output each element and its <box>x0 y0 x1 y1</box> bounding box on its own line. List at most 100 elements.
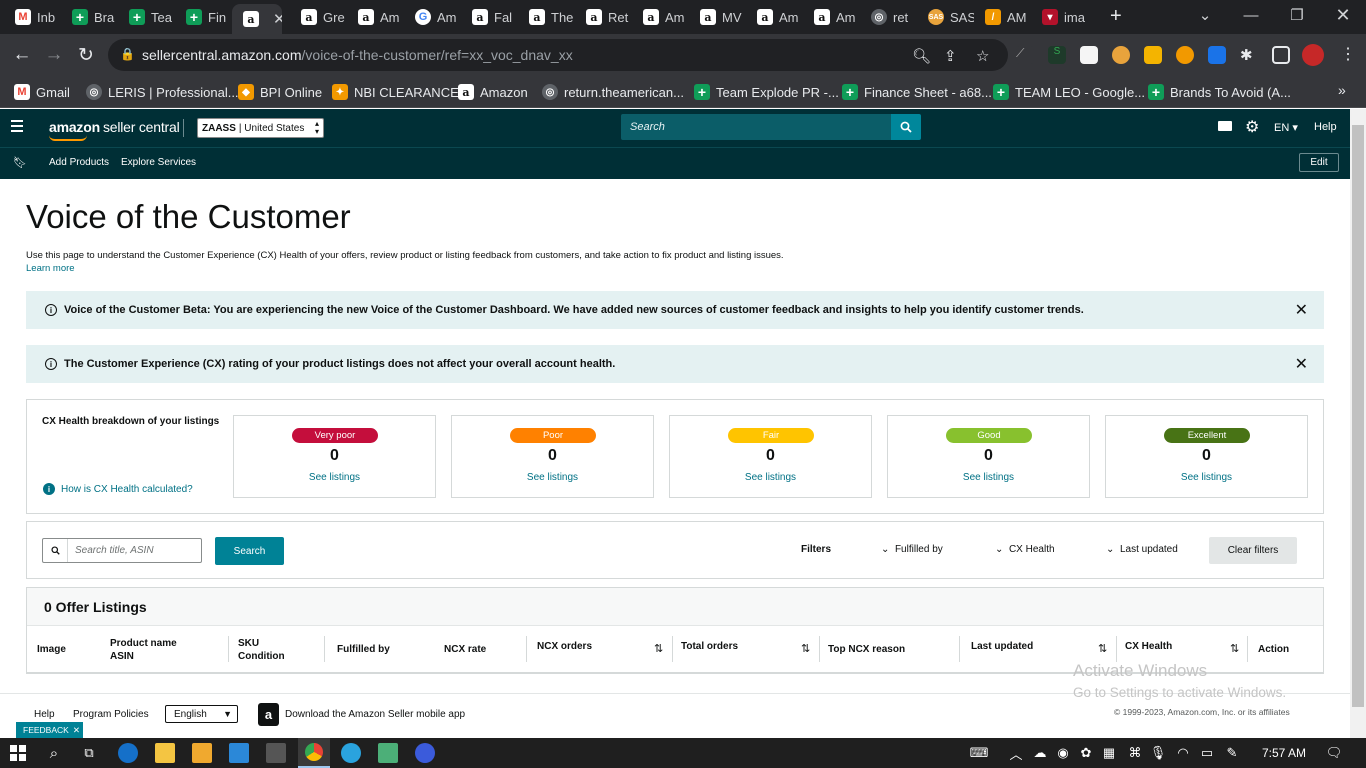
sort-icon[interactable]: ⇅ <box>654 642 663 655</box>
share-icon[interactable]: ⇪ <box>944 47 957 65</box>
col-cx-health[interactable]: CX Health <box>1125 640 1172 653</box>
taskbar-search-icon[interactable]: ⌕ <box>44 743 64 763</box>
new-tab-button[interactable]: + <box>1110 5 1122 28</box>
zoom-app-icon[interactable] <box>415 743 435 763</box>
settings-gear-icon[interactable]: ⚙ <box>1245 117 1259 137</box>
battery-icon[interactable]: ▭ <box>1197 743 1217 763</box>
back-icon[interactable]: ← <box>10 43 34 67</box>
notepad-icon[interactable] <box>378 743 398 763</box>
hamburger-menu-icon[interactable] <box>11 120 23 132</box>
nav-add-products[interactable]: Add Products <box>49 157 109 168</box>
mail-app-icon[interactable] <box>229 743 249 763</box>
address-bar[interactable]: 🔒 sellercentral.amazon.com/voice-of-the-… <box>108 39 1008 71</box>
close-icon[interactable]: ✕ <box>1295 354 1308 374</box>
footer-help-link[interactable]: Help <box>34 709 55 720</box>
feedback-button[interactable]: FEEDBACK ✕ <box>16 722 83 738</box>
browser-tab[interactable]: a Ret <box>575 4 632 30</box>
browser-tab[interactable]: M Inb <box>4 4 61 30</box>
bookmark-item[interactable]: M Gmail <box>14 82 70 102</box>
extension-calendar-icon[interactable] <box>1080 46 1098 64</box>
see-listings-link[interactable]: See listings <box>888 472 1089 483</box>
close-tab-icon[interactable]: ✕ <box>273 10 282 28</box>
browser-tab[interactable]: a MV <box>689 4 746 30</box>
extension-circle-icon[interactable] <box>1176 46 1194 64</box>
store-selector[interactable]: ZAASS | United States ▴ ▾ <box>197 118 324 138</box>
browser-tab[interactable]: a Am <box>803 4 860 30</box>
tab-search-icon[interactable]: ⌄ <box>1182 0 1228 30</box>
bookmark-item[interactable]: + TEAM LEO - Google... <box>993 82 1145 102</box>
onedrive-icon[interactable]: ☁ <box>1030 743 1050 763</box>
extension-fba-icon[interactable] <box>1208 46 1226 64</box>
bookmark-item[interactable]: a Amazon <box>458 82 528 102</box>
app-download-link[interactable]: Download the Amazon Seller mobile app <box>285 709 465 720</box>
header-search-input[interactable]: Search <box>621 114 891 140</box>
bookmark-item[interactable]: ◆ BPI Online <box>238 82 322 102</box>
bookmark-item[interactable]: + Brands To Avoid (A... <box>1148 82 1291 102</box>
browser-tab[interactable]: + Tea <box>118 4 175 30</box>
browser-tab[interactable]: ▾ ima <box>1031 4 1088 30</box>
fulfilled-by-filter[interactable]: ⌄ Fulfilled by <box>881 544 943 555</box>
see-listings-link[interactable]: See listings <box>670 472 871 483</box>
scrollbar-thumb[interactable] <box>1352 125 1364 707</box>
tray-chevron-icon[interactable]: ︿ <box>1006 743 1026 763</box>
chrome-taskbar-button[interactable] <box>298 738 330 768</box>
browser-tab[interactable]: a Gre <box>290 4 347 30</box>
browser-tab[interactable]: a ✕ <box>232 4 282 34</box>
microphone-icon[interactable]: 🎙︎ <box>1148 743 1168 763</box>
cx-health-filter[interactable]: ⌄ CX Health <box>995 544 1055 555</box>
task-view-icon[interactable]: ⧉ <box>79 743 99 763</box>
bookmark-item[interactable]: + Finance Sheet - a68... <box>842 82 992 102</box>
browser-tab[interactable]: a Am <box>347 4 404 30</box>
bookmark-star-icon[interactable]: ☆ <box>976 47 989 65</box>
browser-tab[interactable]: a Am <box>746 4 803 30</box>
browser-tab[interactable]: G Am <box>404 4 461 30</box>
close-icon[interactable]: ✕ <box>73 725 80 736</box>
tray-grid-icon[interactable]: ▦ <box>1099 743 1119 763</box>
mail-icon[interactable] <box>1218 121 1232 131</box>
reload-icon[interactable]: ↻ <box>74 43 98 67</box>
listing-search-input[interactable]: Search title, ASIN <box>42 538 202 563</box>
extension-aplus-icon[interactable] <box>1144 46 1162 64</box>
footer-language-select[interactable]: English ▼ <box>165 705 238 723</box>
help-link[interactable]: Help <box>1314 121 1337 133</box>
footer-program-policies-link[interactable]: Program Policies <box>73 709 149 720</box>
close-icon[interactable]: ✕ <box>1295 300 1308 320</box>
side-panel-icon[interactable] <box>1272 46 1290 64</box>
header-search-button[interactable] <box>891 114 921 140</box>
extension-bee-icon[interactable] <box>1112 46 1130 64</box>
language-selector[interactable]: EN ▾ <box>1274 121 1298 134</box>
profile-avatar[interactable] <box>1302 44 1324 66</box>
bookmark-item[interactable]: + Team Explode PR -... <box>694 82 839 102</box>
store-icon[interactable] <box>192 743 212 763</box>
col-total-orders[interactable]: Total orders <box>681 640 738 653</box>
file-explorer-icon[interactable] <box>155 743 175 763</box>
see-listings-link[interactable]: See listings <box>452 472 653 483</box>
nav-explore-services[interactable]: Explore Services <box>121 157 196 168</box>
bookmark-item[interactable]: ✦ NBI CLEARANCE <box>332 82 459 102</box>
last-updated-filter[interactable]: ⌄ Last updated <box>1106 544 1178 555</box>
browser-tab[interactable]: + Bra <box>61 4 118 30</box>
notifications-icon[interactable]: 🗨︎ <box>1324 743 1344 763</box>
edge-icon[interactable] <box>118 743 138 763</box>
clear-filters-button[interactable]: Clear filters <box>1209 537 1297 564</box>
sort-icon[interactable]: ⇅ <box>1098 642 1107 655</box>
zoom-icon[interactable]: 🔍︎ <box>912 47 931 65</box>
col-last-updated[interactable]: Last updated <box>971 640 1033 653</box>
keyboard-icon[interactable]: ⌨ <box>966 743 992 763</box>
col-ncx-orders[interactable]: NCX orders <box>537 640 592 653</box>
telegram-icon[interactable] <box>341 743 361 763</box>
forward-icon[interactable]: → <box>42 43 66 67</box>
search-button[interactable]: Search <box>215 537 284 565</box>
extension-pen-icon[interactable]: ⟋ <box>1016 46 1034 64</box>
chrome-tray-icon[interactable]: ◉ <box>1053 743 1073 763</box>
calculator-icon[interactable] <box>266 743 286 763</box>
windows-start-icon[interactable] <box>8 743 28 763</box>
bookmark-item[interactable]: ◎ return.theamerican... <box>542 82 684 102</box>
amazon-app-icon[interactable]: a <box>258 703 279 726</box>
seller-central-logo[interactable]: amazon seller central <box>49 119 180 141</box>
bookmark-nav-icon[interactable]: 🔖︎ <box>13 156 27 169</box>
cx-health-help-link[interactable]: i How is CX Health calculated? <box>43 483 193 495</box>
browser-tab[interactable]: ◎ ret <box>860 4 917 30</box>
sort-icon[interactable]: ⇅ <box>1230 642 1239 655</box>
tray-app-icon[interactable]: ✿ <box>1076 743 1096 763</box>
